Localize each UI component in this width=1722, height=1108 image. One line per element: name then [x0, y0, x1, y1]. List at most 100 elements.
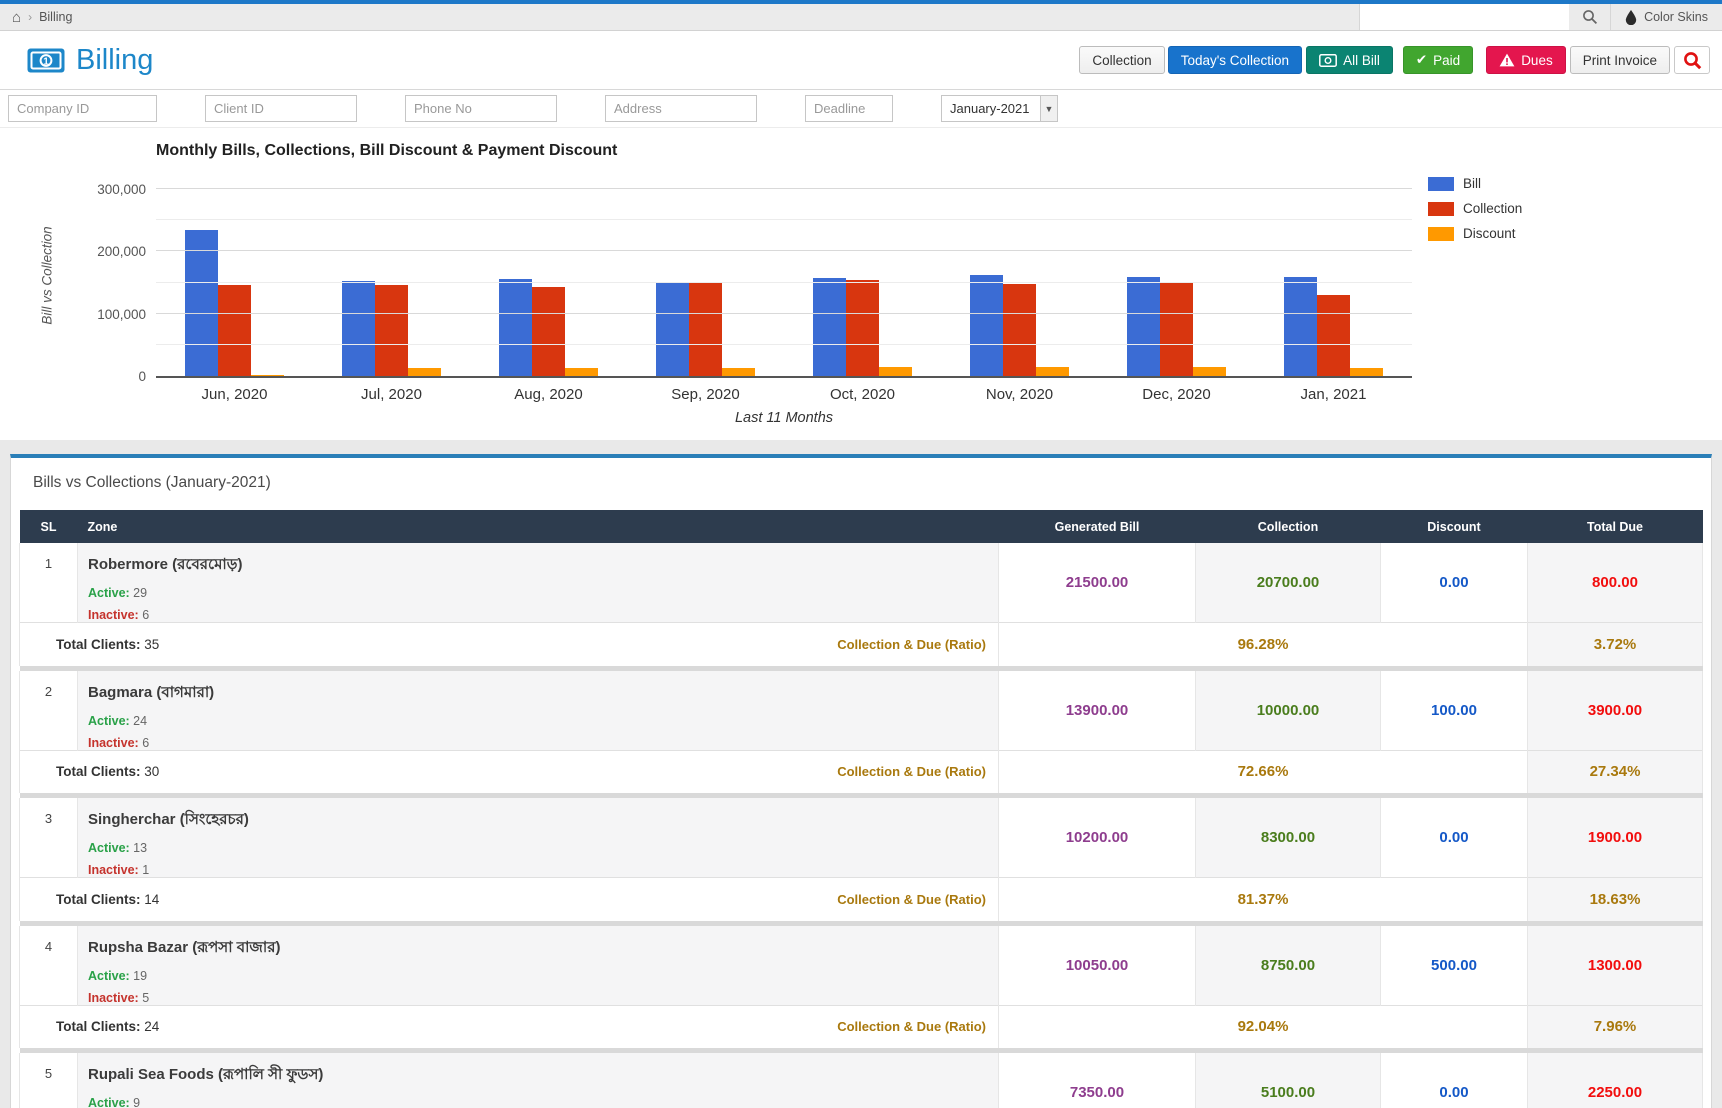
header-button-row: Collection Today's Collection All Bill ✔…: [1079, 46, 1710, 74]
ratio-row: Total Clients: 30 Collection & Due (Rati…: [20, 750, 1703, 793]
address-input[interactable]: [605, 95, 757, 122]
legend-swatch-collection: [1428, 202, 1454, 216]
breadcrumb[interactable]: Billing: [39, 10, 72, 24]
chart-x-tick: Dec, 2020: [1098, 386, 1255, 403]
zone-cell: Robermore (রবেরমোড়) Active: 29 Inactive…: [78, 543, 999, 623]
money-bill-icon: [1319, 54, 1337, 67]
sl-cell: 4: [20, 926, 78, 1006]
generated-bill-value: 13900.00: [999, 671, 1196, 751]
all-bill-button[interactable]: All Bill: [1306, 46, 1393, 74]
todays-collection-button[interactable]: Today's Collection: [1168, 46, 1302, 74]
chart-x-tick: Jul, 2020: [313, 386, 470, 403]
bar-collection: [689, 283, 722, 376]
header-total-due: Total Due: [1528, 510, 1703, 543]
bar-bill: [1284, 277, 1317, 376]
zone-name: Singherchar (সিংহেরচর): [88, 808, 998, 833]
company-id-input[interactable]: [8, 95, 157, 122]
chart-bar-group: [941, 176, 1098, 376]
check-icon: ✔: [1416, 52, 1427, 68]
chart-title: Monthly Bills, Collections, Bill Discoun…: [156, 142, 617, 160]
active-count: 13: [133, 841, 147, 855]
breadcrumb-bar: ⌂ › Billing Color Skins: [0, 4, 1722, 31]
total-due-value: 800.00: [1528, 543, 1703, 623]
zone-cell: Rupali Sea Foods (রূপালি সী ফুডস) Active…: [78, 1053, 999, 1108]
zone-name: Rupali Sea Foods (রূপালি সী ফুডস): [88, 1063, 998, 1088]
chart-x-tick: Sep, 2020: [627, 386, 784, 403]
chart-x-tick: Jan, 2021: [1255, 386, 1412, 403]
ratio-caption: Collection & Due (Ratio): [837, 1019, 986, 1034]
active-label: Active:: [88, 586, 130, 600]
collection-ratio-value: 72.66%: [999, 750, 1528, 793]
bar-collection: [375, 285, 408, 376]
due-ratio-value: 3.72%: [1528, 623, 1703, 666]
dues-button[interactable]: Dues: [1486, 46, 1566, 74]
topbar-search-input[interactable]: [1359, 4, 1569, 30]
chart-y-tick: 200,000: [56, 244, 146, 259]
chart-gridline: [156, 344, 1412, 345]
bills-collections-chart: Monthly Bills, Collections, Bill Discoun…: [0, 128, 1722, 440]
chart-bar-group: [470, 176, 627, 376]
bar-discount: [1350, 368, 1383, 376]
total-due-value: 1300.00: [1528, 926, 1703, 1006]
chevron-down-icon: ▼: [1040, 96, 1057, 121]
chart-y-axis-title: Bill vs Collection: [40, 201, 55, 351]
home-icon[interactable]: ⌂: [12, 10, 21, 25]
total-clients-count: 24: [144, 1019, 159, 1034]
color-skins-toggle[interactable]: Color Skins: [1611, 4, 1722, 30]
table-row: 5 Rupali Sea Foods (রূপালি সী ফুডস) Acti…: [20, 1053, 1703, 1108]
search-icon: [1582, 9, 1598, 25]
total-clients-label: Total Clients:: [56, 637, 141, 652]
chart-x-tick: Jun, 2020: [156, 386, 313, 403]
color-skins-label: Color Skins: [1644, 10, 1708, 24]
chart-x-tick: Aug, 2020: [470, 386, 627, 403]
paid-button[interactable]: ✔ Paid: [1403, 46, 1473, 74]
money-bill-icon: 1: [26, 47, 66, 74]
collection-value: 10000.00: [1196, 671, 1381, 751]
total-clients-count: 35: [144, 637, 159, 652]
deadline-input[interactable]: [805, 95, 893, 122]
inactive-count: 6: [142, 736, 149, 750]
zone-cell: Bagmara (বাগমারা) Active: 24 Inactive: 6: [78, 671, 999, 751]
bar-discount: [251, 375, 284, 376]
bar-bill: [499, 279, 532, 376]
chart-gridline: [156, 219, 1412, 220]
chart-plot-area: Jun, 2020Jul, 2020Aug, 2020Sep, 2020Oct,…: [156, 176, 1412, 378]
zone-cell: Rupsha Bazar (রূপসা বাজার) Active: 19 In…: [78, 926, 999, 1006]
table-header-row: SL Zone Generated Bill Collection Discou…: [20, 510, 1703, 543]
due-ratio-value: 27.34%: [1528, 750, 1703, 793]
chart-gridline: [156, 282, 1412, 283]
generated-bill-value: 21500.00: [999, 543, 1196, 623]
zone-name: Robermore (রবেরমোড়): [88, 553, 998, 578]
total-due-value: 3900.00: [1528, 671, 1703, 751]
generated-bill-value: 7350.00: [999, 1053, 1196, 1108]
total-clients-count: 14: [144, 892, 159, 907]
due-ratio-value: 7.96%: [1528, 1005, 1703, 1048]
lower-section: Bills vs Collections (January-2021) SL Z…: [0, 440, 1722, 1108]
search-button[interactable]: [1674, 46, 1710, 74]
ratio-row: Total Clients: 35 Collection & Due (Rati…: [20, 623, 1703, 666]
chart-bar-group: [313, 176, 470, 376]
discount-value: 0.00: [1381, 798, 1528, 878]
total-clients-count: 30: [144, 764, 159, 779]
inactive-count: 1: [142, 863, 149, 877]
bar-bill: [656, 282, 689, 376]
legend-item-collection: Collection: [1428, 201, 1522, 216]
collection-button[interactable]: Collection: [1079, 46, 1164, 74]
topbar-search-button[interactable]: [1569, 4, 1611, 30]
ratio-caption: Collection & Due (Ratio): [837, 637, 986, 652]
discount-value: 0.00: [1381, 543, 1528, 623]
table-row: 3 Singherchar (সিংহেরচর) Active: 13 Inac…: [20, 798, 1703, 878]
inactive-label: Inactive:: [88, 863, 139, 877]
active-label: Active:: [88, 969, 130, 983]
client-id-input[interactable]: [205, 95, 357, 122]
phone-no-input[interactable]: [405, 95, 557, 122]
bar-discount: [1036, 367, 1069, 376]
chart-x-axis-labels: Jun, 2020Jul, 2020Aug, 2020Sep, 2020Oct,…: [156, 386, 1412, 403]
month-select[interactable]: January-2021 ▼: [941, 95, 1058, 122]
active-count: 9: [133, 1096, 140, 1108]
collection-value: 8300.00: [1196, 798, 1381, 878]
legend-swatch-bill: [1428, 177, 1454, 191]
inactive-count: 5: [142, 991, 149, 1005]
chart-x-axis-title: Last 11 Months: [156, 410, 1412, 426]
print-invoice-button[interactable]: Print Invoice: [1570, 46, 1670, 74]
